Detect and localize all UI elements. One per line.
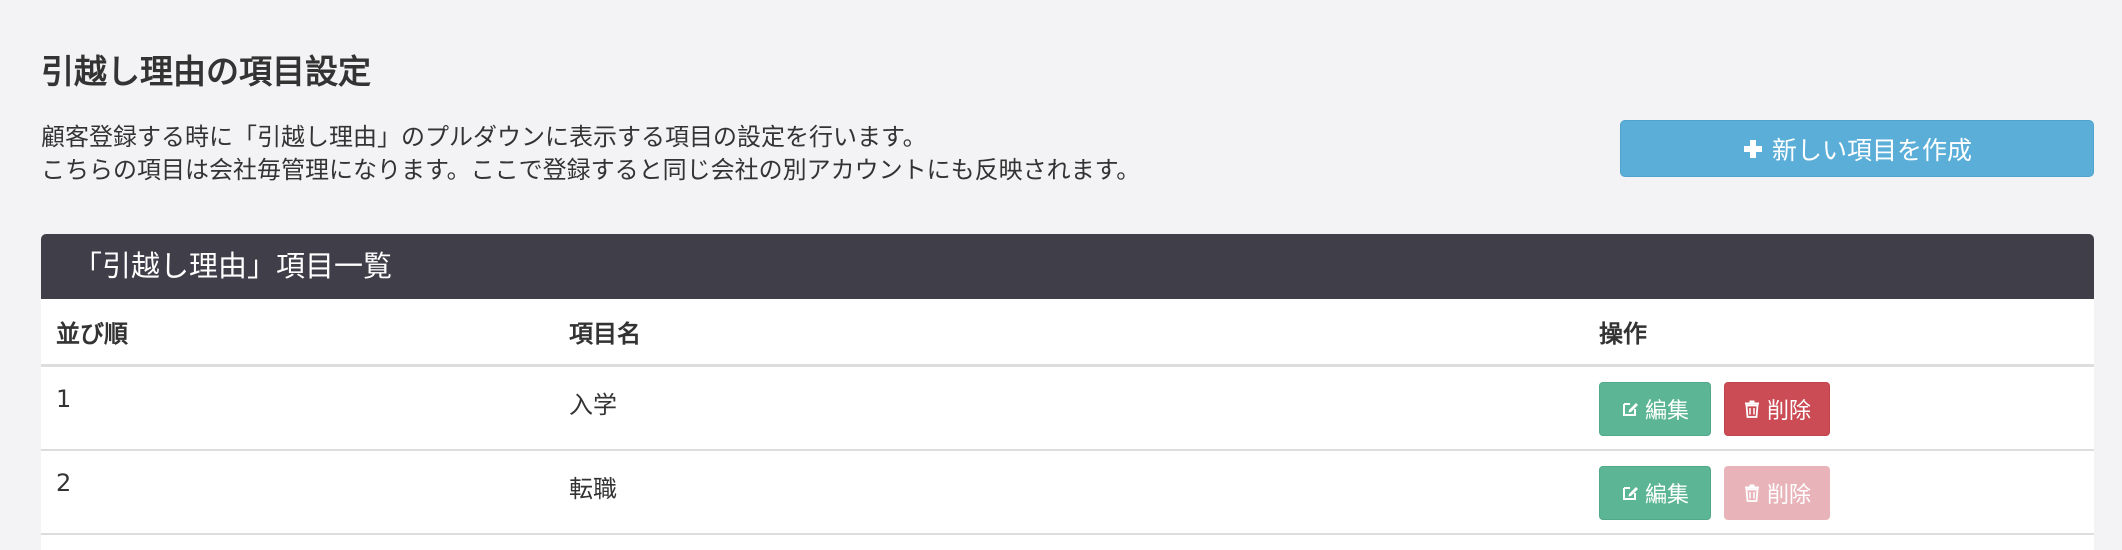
items-table: 並び順 項目名 操作 1 入学 編集 削除 2 転職 編集 削除 [41, 299, 2094, 535]
page-description: 顧客登録する時に「引越し理由」のプルダウンに表示する項目の設定を行います。 こち… [41, 121, 1140, 187]
table-row: 1 入学 編集 削除 [41, 365, 2094, 451]
row-name: 転職 [554, 449, 1584, 535]
column-header-actions: 操作 [1584, 299, 2094, 367]
table-row: 2 転職 編集 削除 [41, 449, 2094, 535]
description-line: 顧客登録する時に「引越し理由」のプルダウンに表示する項目の設定を行います。 [41, 123, 927, 151]
column-header-order: 並び順 [41, 299, 554, 367]
edit-button[interactable]: 編集 [1599, 465, 1711, 520]
description-line: こちらの項目は会社毎管理になります。ここで登録すると同じ会社の別アカウントにも反… [41, 156, 1141, 184]
row-actions: 編集 削除 [1584, 365, 2094, 451]
edit-button[interactable]: 編集 [1599, 382, 1711, 436]
trash-icon [1743, 400, 1761, 418]
edit-button-label: 編集 [1644, 482, 1689, 508]
delete-button-label: 削除 [1766, 482, 1811, 508]
row-order: 2 [41, 449, 554, 535]
table-header-row: 並び順 項目名 操作 [41, 299, 2094, 367]
plus-icon [1742, 138, 1764, 160]
row-actions: 編集 削除 [1584, 449, 2094, 535]
edit-button-label: 編集 [1644, 399, 1689, 424]
page-title: 引越し理由の項目設定 [41, 52, 371, 91]
column-header-name: 項目名 [554, 299, 1584, 367]
delete-button[interactable]: 削除 [1724, 382, 1830, 436]
row-name: 入学 [554, 365, 1584, 451]
trash-icon [1743, 484, 1761, 502]
delete-button: 削除 [1724, 465, 1830, 520]
delete-button-label: 削除 [1766, 399, 1811, 424]
edit-icon [1621, 400, 1639, 418]
items-panel: 「引越し理由」項目一覧 並び順 項目名 操作 1 入学 編集 削除 2 転職 編… [41, 234, 2094, 550]
edit-icon [1621, 484, 1639, 502]
create-new-item-button[interactable]: 新しい項目を作成 [1620, 120, 2094, 177]
row-order: 1 [41, 365, 554, 451]
create-button-label: 新しい項目を作成 [1771, 135, 1972, 165]
panel-title: 「引越し理由」項目一覧 [41, 234, 2094, 299]
page: 引越し理由の項目設定 顧客登録する時に「引越し理由」のプルダウンに表示する項目の… [0, 0, 2122, 550]
